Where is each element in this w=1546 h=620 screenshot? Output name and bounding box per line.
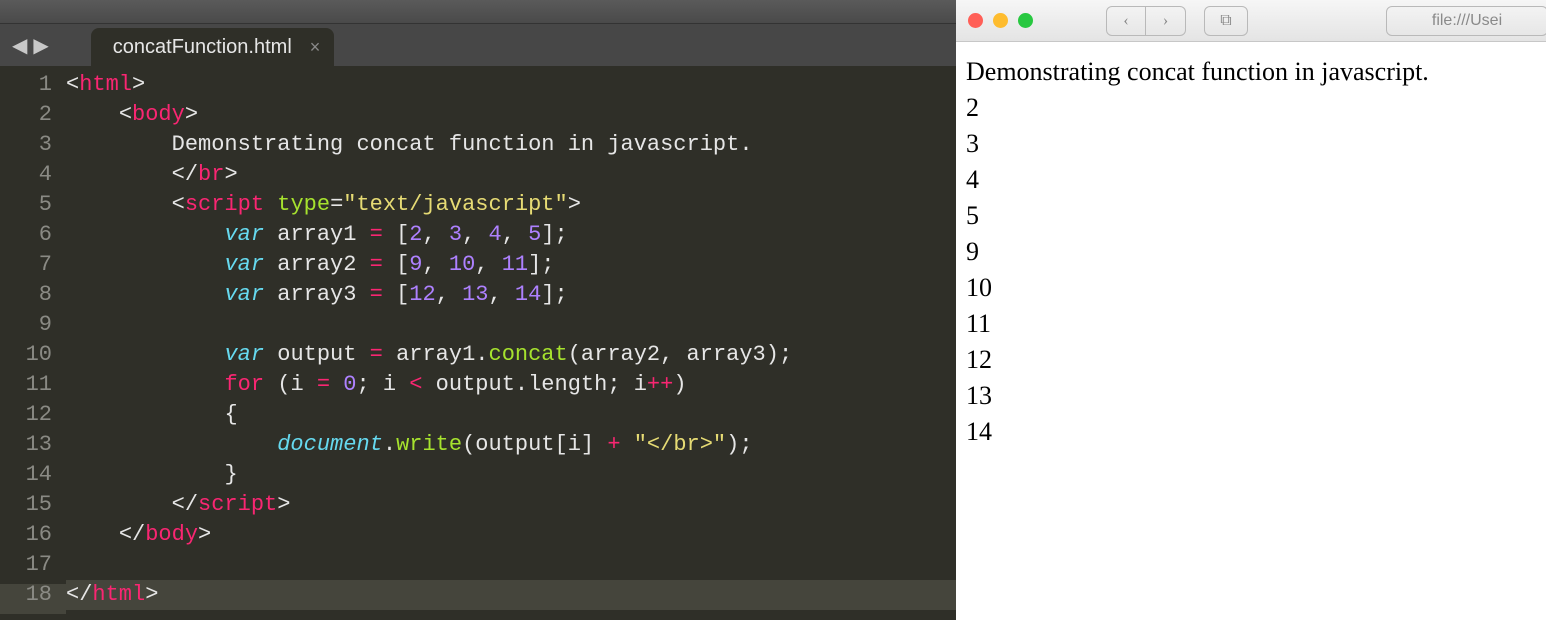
browser-pane: ‹ › ⧉ file:///Usei Demonstrating concat … <box>956 0 1546 620</box>
url-field[interactable]: file:///Usei <box>1386 6 1546 36</box>
line-number: 4 <box>0 160 52 190</box>
output-line: 3 <box>966 126 1536 162</box>
close-window-icon[interactable] <box>968 13 983 28</box>
browser-toolbar: ‹ › ⧉ file:///Usei <box>956 0 1546 42</box>
forward-button[interactable]: › <box>1146 6 1186 36</box>
chevron-left-icon: ‹ <box>1123 12 1128 30</box>
code-line[interactable]: document.write(output[i] + "</br>"); <box>66 430 956 460</box>
code-area[interactable]: 123456789101112131415161718 <html> <body… <box>0 66 956 620</box>
nav-back-icon[interactable]: ◀ <box>12 38 27 58</box>
nav-button-group: ‹ › <box>1106 6 1186 36</box>
output-line: 9 <box>966 234 1536 270</box>
line-number: 12 <box>0 400 52 430</box>
output-line: 12 <box>966 342 1536 378</box>
output-line: 10 <box>966 270 1536 306</box>
browser-content: Demonstrating concat function in javascr… <box>956 42 1546 620</box>
line-number: 6 <box>0 220 52 250</box>
code-line[interactable]: </body> <box>66 520 956 550</box>
output-line: 13 <box>966 378 1536 414</box>
code-line[interactable] <box>66 550 956 580</box>
code-line[interactable]: <html> <box>66 70 956 100</box>
code-line[interactable]: <script type="text/javascript"> <box>66 190 956 220</box>
code-line[interactable]: <body> <box>66 100 956 130</box>
code-line[interactable]: var output = array1.concat(array2, array… <box>66 340 956 370</box>
minimize-window-icon[interactable] <box>993 13 1008 28</box>
line-number: 1 <box>0 70 52 100</box>
sidebar-button[interactable]: ⧉ <box>1204 6 1248 36</box>
page-output: 234591011121314 <box>966 90 1536 450</box>
line-number: 5 <box>0 190 52 220</box>
page-heading: Demonstrating concat function in javascr… <box>966 54 1536 90</box>
chevron-right-icon: › <box>1163 12 1168 30</box>
line-number: 7 <box>0 250 52 280</box>
sidebar-icon: ⧉ <box>1220 12 1231 30</box>
line-number: 3 <box>0 130 52 160</box>
line-number: 9 <box>0 310 52 340</box>
line-number: 11 <box>0 370 52 400</box>
line-number: 10 <box>0 340 52 370</box>
code-line[interactable]: Demonstrating concat function in javascr… <box>66 130 956 160</box>
line-number: 2 <box>0 100 52 130</box>
code-line[interactable] <box>66 310 956 340</box>
nav-arrows: ◀ ▶ <box>0 38 61 66</box>
line-number: 16 <box>0 520 52 550</box>
output-line: 11 <box>966 306 1536 342</box>
code-line[interactable]: for (i = 0; i < output.length; i++) <box>66 370 956 400</box>
line-number: 13 <box>0 430 52 460</box>
editor-pane: ◀ ▶ concatFunction.html × 12345678910111… <box>0 0 956 620</box>
line-number: 18 <box>0 580 52 610</box>
close-icon[interactable]: × <box>310 38 321 56</box>
url-text: file:///Usei <box>1432 12 1502 30</box>
nav-forward-icon[interactable]: ▶ <box>33 38 48 58</box>
line-gutter: 123456789101112131415161718 <box>0 70 66 620</box>
code-line[interactable]: { <box>66 400 956 430</box>
code-line[interactable]: </html> <box>66 580 956 610</box>
tab-row: ◀ ▶ concatFunction.html × <box>0 24 956 66</box>
code-line[interactable]: var array3 = [12, 13, 14]; <box>66 280 956 310</box>
tab-filename: concatFunction.html <box>113 36 292 59</box>
code-line[interactable]: } <box>66 460 956 490</box>
code-line[interactable]: var array1 = [2, 3, 4, 5]; <box>66 220 956 250</box>
line-number: 8 <box>0 280 52 310</box>
line-number: 15 <box>0 490 52 520</box>
zoom-window-icon[interactable] <box>1018 13 1033 28</box>
code-content[interactable]: <html> <body> Demonstrating concat funct… <box>66 70 956 620</box>
output-line: 2 <box>966 90 1536 126</box>
back-button[interactable]: ‹ <box>1106 6 1146 36</box>
window-controls <box>956 13 1033 28</box>
output-line: 14 <box>966 414 1536 450</box>
editor-titlebar <box>0 0 956 24</box>
code-line[interactable]: </br> <box>66 160 956 190</box>
output-line: 5 <box>966 198 1536 234</box>
line-number: 14 <box>0 460 52 490</box>
code-line[interactable]: </script> <box>66 490 956 520</box>
tab-active[interactable]: concatFunction.html × <box>91 28 335 66</box>
code-line[interactable]: var array2 = [9, 10, 11]; <box>66 250 956 280</box>
line-number: 17 <box>0 550 52 580</box>
output-line: 4 <box>966 162 1536 198</box>
